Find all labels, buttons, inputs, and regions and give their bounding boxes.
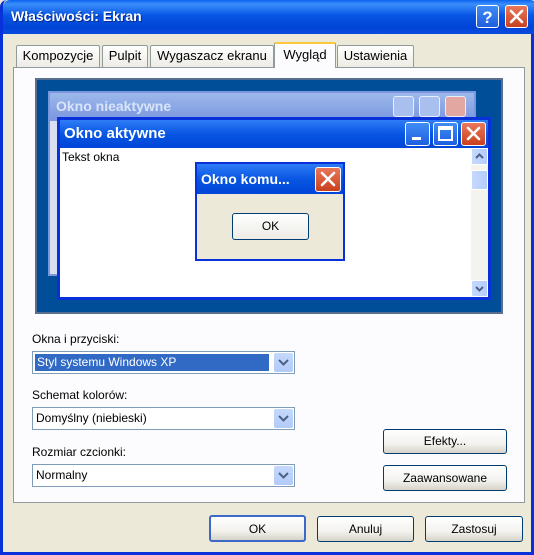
inactive-maximize-icon: [419, 96, 440, 117]
preview-close-icon: [461, 122, 486, 146]
message-body: OK: [197, 194, 343, 259]
font-size-value: Normalny: [36, 468, 88, 482]
message-box-title: Okno komu...: [201, 171, 290, 187]
scroll-up-icon: [471, 148, 488, 165]
ok-button[interactable]: OK: [209, 515, 306, 542]
svg-text:?: ?: [482, 8, 492, 27]
tab-pulpit[interactable]: Pulpit: [102, 45, 148, 67]
color-scheme-label: Schemat kolorów:: [32, 388, 128, 402]
appearance-preview: Okno nieaktywne Okno aktywne Tekst okna …: [35, 78, 503, 314]
preview-message-box: Okno komu... OK: [195, 162, 345, 261]
window-text: Tekst okna: [62, 150, 120, 164]
cancel-button[interactable]: Anuluj: [317, 516, 414, 542]
preview-scrollbar: [471, 148, 488, 297]
tab-wyglad[interactable]: Wygląd: [274, 42, 336, 68]
message-title-bar: Okno komu...: [197, 164, 343, 194]
chevron-down-icon[interactable]: [274, 409, 293, 428]
scroll-down-icon: [471, 280, 488, 297]
font-size-label: Rozmiar czcionki:: [32, 445, 127, 459]
maximize-icon: [433, 122, 458, 146]
effects-button[interactable]: Efekty...: [383, 429, 507, 454]
title-bar[interactable]: Właściwości: Ekran ?: [3, 0, 534, 34]
color-scheme-select[interactable]: Domyślny (niebieski): [32, 407, 295, 430]
tab-wygaszacz-ekranu[interactable]: Wygaszacz ekranu: [150, 45, 274, 67]
chevron-down-icon[interactable]: [274, 466, 293, 485]
tab-kompozycje[interactable]: Kompozycje: [16, 45, 100, 67]
display-properties-dialog: Właściwości: Ekran ? Kompozycje Pulpit W…: [0, 0, 534, 555]
message-close-icon: [315, 167, 341, 192]
windows-buttons-label: Okna i przyciski:: [32, 332, 120, 346]
inactive-close-icon: [445, 96, 466, 117]
color-scheme-value: Domyślny (niebieski): [36, 411, 147, 425]
scroll-thumb: [471, 170, 488, 190]
close-button[interactable]: [505, 5, 528, 28]
appearance-panel: Okno nieaktywne Okno aktywne Tekst okna …: [13, 67, 525, 503]
close-icon: [509, 9, 524, 24]
active-title-bar: Okno aktywne: [60, 120, 488, 148]
preview-ok-button: OK: [232, 213, 309, 240]
window-title: Właściwości: Ekran: [11, 8, 142, 24]
windows-buttons-value: Styl systemu Windows XP: [35, 354, 269, 371]
apply-button[interactable]: Zastosuj: [425, 516, 523, 542]
help-button[interactable]: ?: [476, 5, 499, 28]
minimize-icon: [405, 122, 430, 146]
inactive-window-title: Okno nieaktywne: [56, 98, 172, 114]
advanced-button[interactable]: Zaawansowane: [383, 465, 507, 491]
question-mark-icon: ?: [482, 8, 492, 27]
windows-buttons-select[interactable]: Styl systemu Windows XP: [32, 351, 295, 374]
font-size-select[interactable]: Normalny: [32, 464, 295, 487]
chevron-down-icon[interactable]: [274, 353, 293, 372]
inactive-minimize-icon: [393, 96, 414, 117]
tab-ustawienia[interactable]: Ustawienia: [337, 45, 414, 67]
active-window-title: Okno aktywne: [64, 125, 166, 142]
